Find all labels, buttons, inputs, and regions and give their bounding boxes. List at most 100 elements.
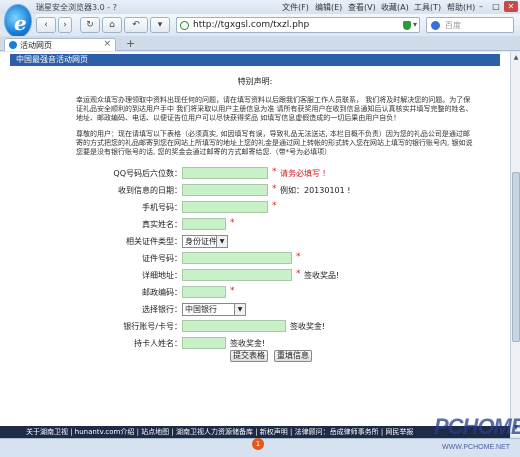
required-star: *: [296, 269, 301, 279]
menu-file[interactable]: 文件(F): [282, 2, 315, 13]
bank-account-label: 银行账号/卡号：: [123, 322, 182, 331]
undo-button[interactable]: ↶: [124, 17, 148, 33]
chevron-down-icon[interactable]: ▾: [413, 20, 417, 29]
required-star: *: [272, 201, 277, 211]
tab-title: 活动网页: [20, 41, 52, 50]
bank-value: 中国银行: [185, 305, 217, 314]
date-hint: 例如：20130101 !: [280, 186, 351, 195]
chevron-down-icon[interactable]: ▼: [234, 304, 245, 315]
postcode-label: 邮政编码：: [142, 288, 182, 297]
menu-tools[interactable]: 工具(T): [414, 2, 447, 13]
watermark-sub: WWW.PCHOME.NET: [442, 444, 511, 451]
menu-view[interactable]: 查看(V): [348, 2, 381, 13]
notice-paragraph: 幸运观众填写办理领取中资料出现任何的问题，请在填写资料以后跟我们客服工作人员联系…: [76, 96, 473, 122]
phone-input[interactable]: [182, 201, 268, 213]
tab-bar: 活动网页 × +: [0, 36, 520, 51]
qq-input[interactable]: [182, 167, 268, 179]
address-url[interactable]: http://tgxgsl.com/txzl.php: [193, 20, 309, 30]
watermark-main: PCHOME: [434, 414, 520, 439]
form-row-qq: QQ号码后六位数： * 请务必填写 !: [0, 167, 510, 181]
globe-icon: [180, 21, 189, 30]
refresh-button[interactable]: ↻: [80, 17, 100, 33]
back-button[interactable]: ‹: [36, 17, 56, 33]
search-box[interactable]: 百度: [426, 17, 514, 33]
address-label: 详细地址：: [142, 271, 182, 280]
dropdown-button[interactable]: ▾: [150, 17, 170, 33]
chevron-down-icon[interactable]: ▼: [216, 236, 227, 247]
chevron-down-icon: ▾: [157, 20, 163, 30]
menu-edit[interactable]: 编辑(E): [315, 2, 348, 13]
instruction-paragraph: 尊敬的用户：现在请填写以下表格（必须真实, 如因填写有误，导致礼品无法送达, 本…: [76, 130, 473, 156]
name-input[interactable]: [182, 218, 226, 230]
required-star: *: [272, 184, 277, 194]
name-label: 真实姓名：: [142, 220, 182, 229]
reset-button[interactable]: 重填信息: [274, 350, 312, 362]
qq-label: QQ号码后六位数：: [113, 169, 182, 178]
back-icon: ‹: [44, 20, 48, 30]
window-controls: – □ ✕: [474, 1, 518, 12]
notice-title: 特别声明:: [237, 77, 273, 86]
submit-button[interactable]: 提交表格: [230, 350, 268, 362]
browser-logo-icon: e: [4, 4, 32, 38]
required-star: *: [230, 286, 235, 296]
bank-label: 选择银行：: [142, 305, 182, 314]
bank-select[interactable]: 中国银行 ▼: [182, 303, 246, 316]
shield-icon[interactable]: [403, 21, 411, 30]
form-row-name: 真实姓名： *: [0, 218, 510, 232]
menu-bar: 文件(F) 编辑(E) 查看(V) 收藏(A) 工具(T) 帮助(H): [282, 2, 480, 13]
cardholder-hint: 签收奖金!: [230, 339, 266, 348]
postcode-input[interactable]: [182, 286, 226, 298]
id-type-label: 相关证件类型：: [126, 237, 182, 246]
id-number-input[interactable]: [182, 252, 292, 264]
close-button[interactable]: ✕: [504, 1, 518, 12]
required-star: *: [272, 167, 277, 177]
navigation-bar: ‹ › ↻ ⌂ ↶ ▾ http://tgxgsl.com/txzl.php ▾…: [36, 14, 520, 36]
bank-account-hint: 签收奖金!: [290, 322, 326, 331]
form-row-date: 收到信息的日期： * 例如：20130101 !: [0, 184, 510, 198]
form-row-id-number: 证件号码： *: [0, 252, 510, 266]
scroll-up-icon[interactable]: ▲: [512, 54, 520, 61]
address-hint: 签收奖品!: [304, 271, 340, 280]
new-tab-button[interactable]: +: [126, 37, 135, 50]
id-number-label: 证件号码：: [142, 254, 182, 263]
tab-active[interactable]: 活动网页 ×: [4, 38, 116, 51]
pchome-watermark: PCHOME WWW.PCHOME.NET: [434, 414, 520, 457]
id-type-value: 身份证件: [185, 237, 217, 246]
tab-close-icon[interactable]: ×: [103, 39, 111, 49]
page-content: 中国最强音活动网页 特别声明: 幸运观众填写办理领取中资料出现任何的问题，请在填…: [0, 52, 510, 436]
home-button[interactable]: ⌂: [102, 17, 122, 33]
required-star: *: [296, 252, 301, 262]
minimize-button[interactable]: –: [474, 1, 488, 12]
form-row-address: 详细地址： * 签收奖品!: [0, 269, 510, 283]
page-icon: [9, 41, 17, 49]
site-header: 中国最强音活动网页: [10, 54, 500, 66]
search-input[interactable]: 百度: [445, 20, 461, 31]
notification-badge[interactable]: 1: [252, 438, 264, 450]
phone-label: 手机号码：: [142, 203, 182, 212]
date-input[interactable]: [182, 184, 268, 196]
title-bar: 瑞星安全浏览器3.0 - ? 文件(F) 编辑(E) 查看(V) 收藏(A) 工…: [0, 0, 520, 14]
address-input[interactable]: [182, 269, 292, 281]
scroll-thumb[interactable]: [512, 172, 520, 342]
baidu-icon: [431, 21, 440, 30]
forward-button[interactable]: ›: [58, 17, 72, 33]
form-row-postcode: 邮政编码： *: [0, 286, 510, 300]
form-row-bank: 选择银行： 中国银行 ▼: [0, 303, 510, 317]
vertical-scrollbar[interactable]: ▲ ▼: [510, 52, 520, 436]
forward-icon: ›: [63, 20, 67, 30]
form-row-bank-account: 银行账号/卡号： 签收奖金!: [0, 320, 510, 334]
date-label: 收到信息的日期：: [118, 186, 182, 195]
form-row-cardholder: 持卡人姓名： 签收奖金!: [0, 337, 510, 351]
required-star: *: [230, 218, 235, 228]
maximize-button[interactable]: □: [489, 1, 503, 12]
address-bar[interactable]: http://tgxgsl.com/txzl.php ▾: [176, 17, 420, 33]
bank-account-input[interactable]: [182, 320, 286, 332]
window-title: 瑞星安全浏览器3.0 - ?: [36, 3, 117, 12]
form-row-phone: 手机号码： *: [0, 201, 510, 215]
id-type-select[interactable]: 身份证件 ▼: [182, 235, 228, 248]
menu-favorites[interactable]: 收藏(A): [381, 2, 414, 13]
form-row-id-type: 相关证件类型： 身份证件 ▼: [0, 235, 510, 249]
home-icon: ⌂: [109, 20, 115, 30]
cardholder-input[interactable]: [182, 337, 226, 349]
cardholder-label: 持卡人姓名：: [134, 339, 182, 348]
